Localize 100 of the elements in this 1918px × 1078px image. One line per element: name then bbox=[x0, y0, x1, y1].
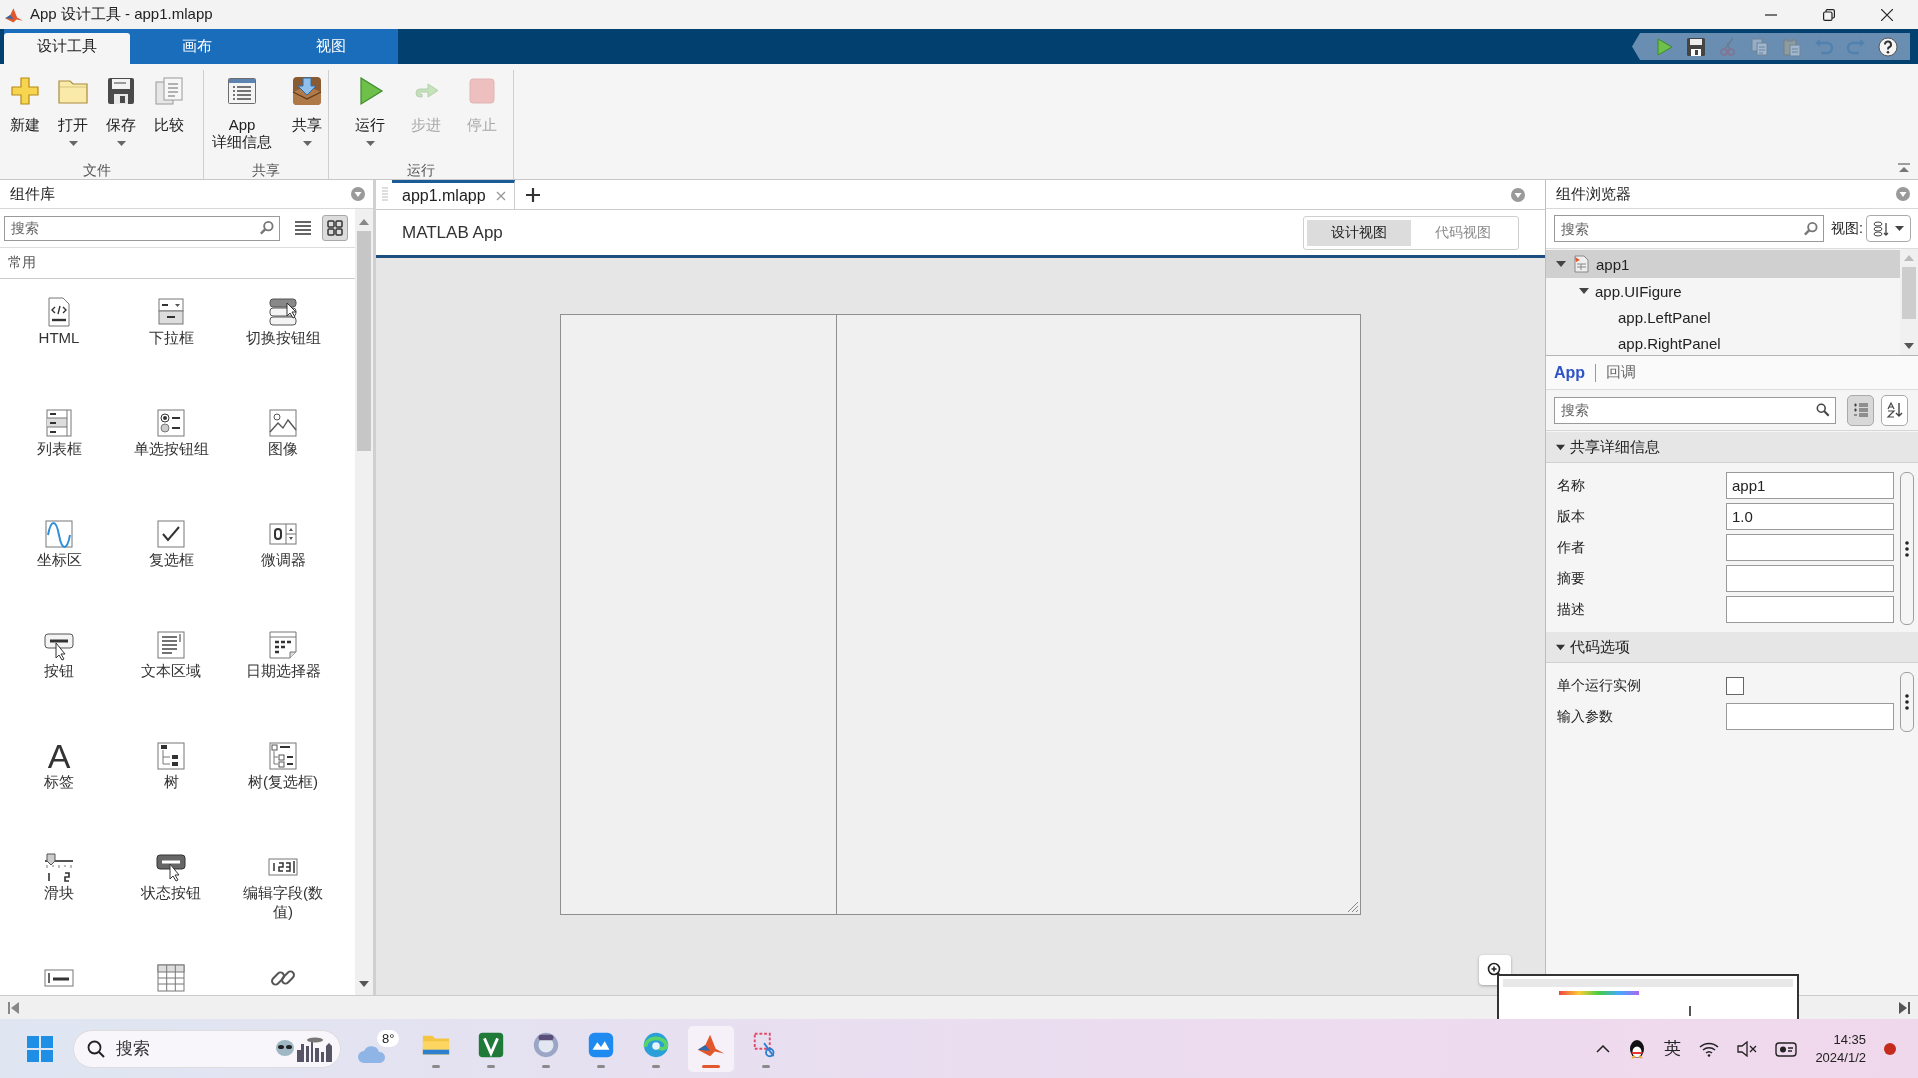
sort-button[interactable] bbox=[1881, 394, 1908, 426]
drag-grip-icon bbox=[382, 185, 388, 204]
checkbox-tree-icon bbox=[267, 740, 299, 772]
text-field[interactable] bbox=[1726, 565, 1894, 592]
clock-time[interactable]: 14:35 bbox=[1833, 1030, 1866, 1049]
ribbon-button[interactable]: 新建 bbox=[1, 70, 49, 161]
property-label: 作者 bbox=[1556, 538, 1586, 557]
ribbon-button[interactable]: 比较 bbox=[145, 70, 193, 161]
search-field[interactable]: 搜索 bbox=[1554, 215, 1824, 242]
tree-row[interactable]: app.LeftPanel bbox=[1546, 304, 1900, 330]
wifi-icon bbox=[1699, 1040, 1720, 1057]
tree-node-label[interactable]: app.LeftPanel bbox=[1618, 308, 1711, 326]
checkbox[interactable] bbox=[1726, 676, 1744, 695]
speaker-muted-icon bbox=[1737, 1040, 1758, 1057]
tree-node-label[interactable]: app1 bbox=[1596, 255, 1630, 273]
component-label[interactable]: 标签 bbox=[44, 772, 74, 791]
view-toggle-button[interactable]: 设计视图 bbox=[1307, 219, 1411, 246]
text-field[interactable]: 1.0 bbox=[1726, 503, 1894, 530]
search-field[interactable]: 搜索 bbox=[4, 215, 280, 241]
component-label[interactable]: 文本区域 bbox=[141, 661, 201, 680]
view-dropdown[interactable] bbox=[1865, 215, 1911, 242]
toggle-button-icon bbox=[155, 851, 187, 883]
penguin-icon bbox=[1628, 1037, 1647, 1060]
search-icon bbox=[1816, 403, 1830, 417]
component-label[interactable]: 坐标区 bbox=[36, 550, 82, 569]
hierarchy-sort-icon bbox=[1872, 219, 1891, 238]
start-icon bbox=[27, 1035, 53, 1062]
document-tab-label[interactable]: app1.mlapp bbox=[402, 187, 486, 205]
tree-node-label[interactable]: app.RightPanel bbox=[1618, 334, 1721, 352]
scrollbar-thumb[interactable] bbox=[1902, 267, 1916, 319]
property-label: 单个运行实例 bbox=[1556, 676, 1642, 695]
ribbon-button[interactable]: App 详细信息 bbox=[207, 70, 277, 161]
component-label[interactable]: 列表框 bbox=[36, 439, 82, 458]
sine-plot-icon bbox=[43, 518, 75, 550]
tree-row[interactable]: app.UIFigure bbox=[1546, 278, 1900, 304]
component-label[interactable]: 树(复选框) bbox=[248, 772, 318, 791]
restore-icon bbox=[1823, 8, 1835, 21]
radio-buttons-icon bbox=[155, 407, 187, 439]
scroll-down-icon bbox=[359, 981, 369, 987]
text-field[interactable] bbox=[1726, 596, 1894, 623]
taskbar-button[interactable] bbox=[688, 1025, 734, 1072]
tree-row[interactable]: app1 bbox=[1546, 250, 1900, 278]
ribbon-tab[interactable]: 设计工具 bbox=[4, 33, 130, 64]
clock-date[interactable]: 2024/1/2 bbox=[1815, 1048, 1866, 1067]
calendar-icon bbox=[267, 629, 299, 661]
ribbon-tab[interactable]: 画布 bbox=[130, 29, 264, 64]
component-label[interactable]: HTML bbox=[38, 328, 80, 347]
search-icon bbox=[1803, 221, 1818, 236]
view-mode-button[interactable] bbox=[322, 215, 348, 241]
component-label[interactable]: 微调器 bbox=[260, 550, 306, 569]
search-field[interactable]: 搜索 bbox=[1554, 396, 1836, 424]
section-header[interactable]: 共享详细信息 bbox=[1546, 432, 1918, 463]
component-label[interactable]: 树 bbox=[163, 772, 179, 791]
tree-icon bbox=[155, 740, 187, 772]
group-label: 运行 bbox=[407, 161, 435, 179]
plus-icon bbox=[525, 187, 540, 202]
component-label[interactable]: 状态按钮 bbox=[141, 883, 201, 902]
minimap-preview[interactable] bbox=[1497, 974, 1799, 1019]
text-field[interactable] bbox=[1726, 703, 1894, 730]
component-label[interactable]: 切换按钮组 bbox=[245, 328, 321, 347]
stacked-buttons-icon bbox=[267, 296, 299, 328]
image-icon bbox=[267, 407, 299, 439]
group-label: 文件 bbox=[83, 161, 111, 179]
component-label[interactable]: 单选按钮组 bbox=[133, 439, 209, 458]
component-label[interactable]: 下拉框 bbox=[148, 328, 194, 347]
list-window-icon bbox=[226, 75, 258, 107]
section-title: 代码选项 bbox=[1570, 637, 1630, 657]
inspector-tab[interactable]: App bbox=[1554, 363, 1586, 382]
view-label: 视图: bbox=[1831, 219, 1863, 238]
tree-row[interactable]: app.RightPanel bbox=[1546, 330, 1900, 355]
component-label[interactable]: 按钮 bbox=[44, 661, 74, 680]
input-method-indicator[interactable]: 英 bbox=[1664, 1037, 1682, 1060]
app-file-icon bbox=[1572, 255, 1590, 273]
text-field[interactable] bbox=[1726, 534, 1894, 561]
side-handle[interactable] bbox=[1900, 672, 1914, 732]
component-label[interactable]: 图像 bbox=[268, 439, 298, 458]
ribbon-button[interactable]: 运行 bbox=[352, 70, 388, 161]
component-label[interactable]: 日期选择器 bbox=[245, 661, 321, 680]
ribbon-button[interactable]: 打开 bbox=[49, 70, 97, 161]
close-icon bbox=[495, 191, 506, 201]
component-label[interactable]: 滑块 bbox=[44, 883, 74, 902]
app-title: MATLAB App bbox=[402, 222, 503, 243]
section-header[interactable]: 代码选项 bbox=[1546, 632, 1918, 663]
text-field[interactable]: app1 bbox=[1726, 472, 1894, 499]
ribbon-button[interactable]: 保存 bbox=[97, 70, 145, 161]
list-view-icon bbox=[295, 221, 311, 235]
view-toggle-button[interactable]: 代码视图 bbox=[1411, 219, 1515, 246]
tree-node-label[interactable]: app.UIFigure bbox=[1595, 282, 1682, 300]
side-handle[interactable] bbox=[1900, 472, 1914, 625]
component-label[interactable]: 编辑字段(数值) bbox=[236, 883, 330, 921]
ribbon-button[interactable]: 共享 bbox=[289, 70, 325, 161]
label-glyph: A bbox=[47, 740, 71, 772]
inspector-tab[interactable]: 回调 bbox=[1606, 363, 1637, 382]
component-label[interactable]: 复选框 bbox=[148, 550, 194, 569]
document-tab[interactable]: app1.mlapp bbox=[392, 180, 515, 209]
sort-button[interactable] bbox=[1847, 394, 1874, 426]
stop-icon bbox=[466, 75, 498, 107]
ribbon-tab[interactable]: 视图 bbox=[264, 29, 398, 64]
collapse-ribbon-icon bbox=[1898, 163, 1910, 173]
scrollbar-thumb[interactable] bbox=[357, 231, 371, 451]
